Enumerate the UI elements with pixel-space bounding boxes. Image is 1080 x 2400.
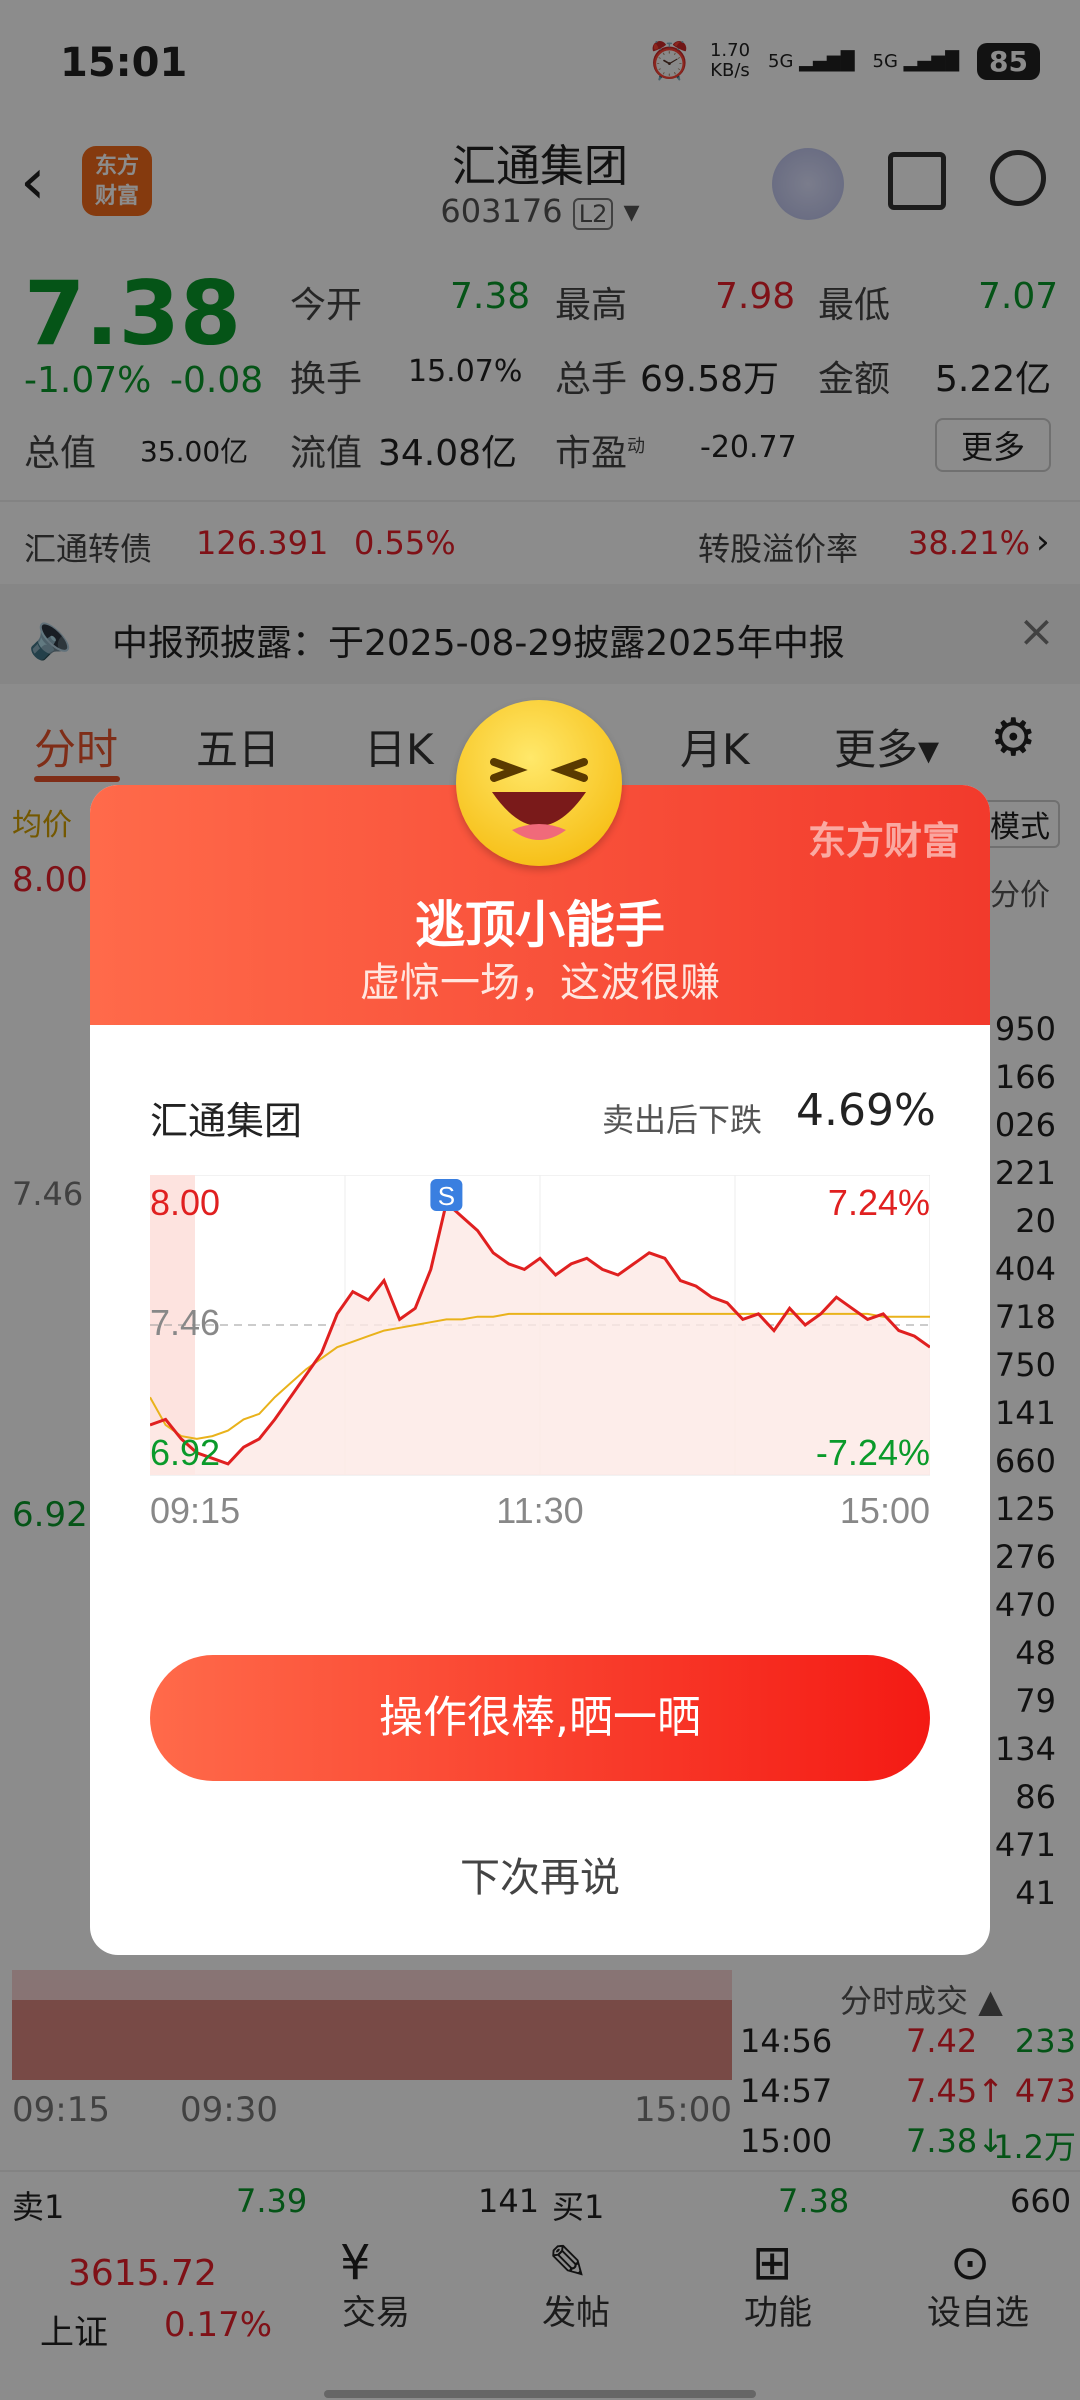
y-tick-bottom: 6.92 (150, 1432, 220, 1473)
share-dialog: 东方财富 逃顶小能手 虚惊一场，这波很赚 汇通集团 卖出后下跌 4.69% S 8… (90, 785, 990, 1955)
pct-tick-bottom: -7.24% (816, 1432, 930, 1473)
y-tick-top: 8.00 (150, 1182, 220, 1223)
result-label: 卖出后下跌 (602, 1101, 763, 1139)
dialog-title: 逃顶小能手 (415, 896, 665, 954)
y-tick-mid: 7.46 (150, 1302, 220, 1343)
x-tick-start: 09:15 (150, 1490, 240, 1531)
laughing-face-icon (456, 700, 622, 866)
x-tick-end: 15:00 (840, 1490, 930, 1531)
pct-tick-top: 7.24% (828, 1182, 930, 1223)
later-button[interactable]: 下次再说 (90, 1845, 990, 1903)
x-tick-mid: 11:30 (496, 1490, 583, 1531)
share-button[interactable]: 操作很棒,晒一晒 (150, 1655, 930, 1781)
dialog-subtitle: 虚惊一场，这波很赚 (360, 960, 720, 1006)
result-value: 4.69% (796, 1085, 936, 1136)
dialog-intraday-chart: S 8.00 7.46 6.92 7.24% -7.24% 09:15 11:30 15:00 (150, 1175, 930, 1531)
brand-watermark: 东方财富 (807, 819, 960, 863)
dialog-stock-name: 汇通集团 (150, 1099, 303, 1143)
sell-marker-label: S (438, 1181, 455, 1211)
